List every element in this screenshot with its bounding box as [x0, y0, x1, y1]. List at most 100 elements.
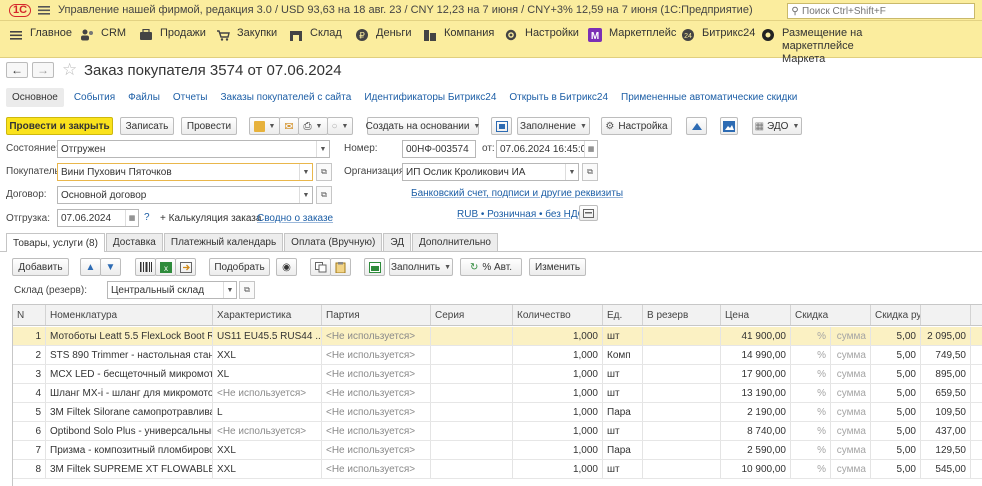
cell-series[interactable]: [431, 365, 513, 383]
cell-auto-discount-sum[interactable]: сумма: [831, 403, 871, 421]
cell-price[interactable]: 13 190,00: [721, 384, 791, 402]
nav-main[interactable]: Основное: [6, 87, 64, 107]
cell-characteristic[interactable]: XXL: [213, 460, 322, 478]
cell-reserve[interactable]: [643, 365, 721, 383]
nav-auto-discounts[interactable]: Примененные автоматические скидки: [621, 92, 797, 103]
open-customer-button[interactable]: ⧉: [316, 163, 332, 181]
section-marketplace[interactable]: M Маркетплейс: [587, 21, 676, 58]
table-row[interactable]: 6 Optibond Solo Plus - универсальный <Не и…: [13, 422, 982, 441]
cell-auto-discount-pct[interactable]: %: [791, 403, 831, 421]
section-market[interactable]: Размещение на маркетплейсе Маркета: [760, 21, 900, 65]
customer-field[interactable]: Вини Пухович Пяточков ▼: [57, 163, 313, 181]
barcode-button[interactable]: [135, 258, 156, 276]
cell-nomenclature[interactable]: Шланг MX-i - шланг для микромотора: [46, 384, 213, 402]
table-row[interactable]: 1 Мотоботы Leatt 5.5 FlexLock Boot Red US1…: [13, 327, 982, 346]
cell-series[interactable]: [431, 346, 513, 364]
cell-manual-discount-sum[interactable]: 895,00: [921, 365, 971, 383]
fill-table-button[interactable]: Заполнить ▼: [389, 258, 453, 276]
cell-auto-discount-pct[interactable]: %: [791, 384, 831, 402]
cell-characteristic[interactable]: <Не используется>: [213, 422, 322, 440]
cell-quantity[interactable]: 1,000: [513, 403, 603, 421]
structure-button[interactable]: [491, 117, 512, 135]
forward-action-button[interactable]: [686, 117, 707, 135]
cell-nomenclature[interactable]: MCX LED - бесщеточный микромотор: [46, 365, 213, 383]
table-row[interactable]: 4 Шланг MX-i - шланг для микромотора <Не и…: [13, 384, 982, 403]
number-field[interactable]: 00НФ-003574: [402, 140, 476, 158]
tab-payment-manual[interactable]: Оплата (Вручную): [284, 233, 383, 251]
cell-reserve[interactable]: [643, 327, 721, 345]
chevron-down-icon[interactable]: ▼: [223, 282, 236, 298]
misc-actions-button[interactable]: ○ ▼: [327, 117, 353, 135]
cell-unit[interactable]: Комп: [603, 346, 643, 364]
table-row[interactable]: 2 STS 890 Trimmer - настольная станц XXL <Н…: [13, 346, 982, 365]
cell-nomenclature[interactable]: 3M Filtek SUPREME XT FLOWABLE: [46, 460, 213, 478]
cell-batch[interactable]: <Не используется>: [322, 384, 431, 402]
cell-price[interactable]: 41 900,00: [721, 327, 791, 345]
cell-unit[interactable]: шт: [603, 384, 643, 402]
cell-n[interactable]: 7: [13, 441, 46, 459]
tab-delivery[interactable]: Доставка: [105, 233, 163, 251]
cell-manual-discount-sum[interactable]: 437,00: [921, 422, 971, 440]
table-row[interactable]: 5 3M Filtek Silorane самопротравливаю L <Не…: [13, 403, 982, 422]
table-row[interactable]: 8 3M Filtek SUPREME XT FLOWABLE XXL <Не исп…: [13, 460, 982, 479]
move-down-button[interactable]: ▼: [100, 258, 121, 276]
header-col-characteristic[interactable]: Характеристика: [213, 305, 322, 325]
nav-site-orders[interactable]: Заказы покупателей с сайта: [220, 92, 351, 103]
header-col-batch[interactable]: Партия: [322, 305, 431, 325]
change-button[interactable]: Изменить: [529, 258, 586, 276]
cell-n[interactable]: 5: [13, 403, 46, 421]
cell-quantity[interactable]: 1,000: [513, 384, 603, 402]
cell-series[interactable]: [431, 460, 513, 478]
cell-n[interactable]: 2: [13, 346, 46, 364]
cell-manual-discount-sum[interactable]: 749,50: [921, 346, 971, 364]
cell-reserve[interactable]: [643, 346, 721, 364]
header-col-price[interactable]: Цена: [721, 305, 791, 325]
section-main[interactable]: Главное: [8, 21, 72, 58]
cell-quantity[interactable]: 1,000: [513, 422, 603, 440]
tab-goods[interactable]: Товары, услуги (8): [6, 233, 105, 252]
cell-manual-discount-pct[interactable]: 5,00: [871, 346, 921, 364]
organization-field[interactable]: ИП Ослик Кроликович ИА ▼: [402, 163, 579, 181]
cell-batch[interactable]: <Не используется>: [322, 346, 431, 364]
print-button[interactable]: ⎙ ▼: [298, 117, 328, 135]
chevron-down-icon[interactable]: ▼: [316, 141, 329, 157]
document-date-field[interactable]: 07.06.2024 16:45:04 ▦: [496, 140, 598, 158]
cell-manual-discount-sum[interactable]: 659,50: [921, 384, 971, 402]
calendar-icon[interactable]: ▦: [125, 210, 138, 226]
view-button[interactable]: ◉: [276, 258, 297, 276]
tab-additional[interactable]: Дополнительно: [412, 233, 498, 251]
cell-batch[interactable]: <Не используется>: [322, 327, 431, 345]
cell-batch[interactable]: <Не используется>: [322, 365, 431, 383]
cell-manual-discount-pct[interactable]: 5,00: [871, 327, 921, 345]
section-money[interactable]: ₽ Деньги: [354, 21, 412, 58]
chevron-down-icon[interactable]: ▼: [299, 187, 312, 203]
cell-quantity[interactable]: 1,000: [513, 441, 603, 459]
section-purchases[interactable]: Закупки: [215, 21, 277, 58]
nav-reports[interactable]: Отчеты: [173, 92, 208, 103]
nav-bitrix-ids[interactable]: Идентификаторы Битрикс24: [364, 92, 496, 103]
main-menu-icon[interactable]: [36, 2, 52, 18]
cell-n[interactable]: 4: [13, 384, 46, 402]
fill-menu-button[interactable]: Заполнение ▼: [517, 117, 590, 135]
cell-reserve[interactable]: [643, 403, 721, 421]
header-col-reserve[interactable]: В резерв: [643, 305, 721, 325]
create-based-button[interactable]: Создать на основании ▼: [366, 117, 480, 135]
cell-auto-discount-sum[interactable]: сумма: [831, 327, 871, 345]
cell-series[interactable]: [431, 403, 513, 421]
cell-reserve[interactable]: [643, 384, 721, 402]
header-col-manual-discount-pct[interactable]: Скидка руч.: [871, 305, 921, 325]
cell-quantity[interactable]: 1,000: [513, 460, 603, 478]
save-button[interactable]: Записать: [120, 117, 174, 135]
cell-auto-discount-pct[interactable]: %: [791, 441, 831, 459]
cell-manual-discount-pct[interactable]: 5,00: [871, 403, 921, 421]
cell-unit[interactable]: шт: [603, 460, 643, 478]
cell-characteristic[interactable]: XXL: [213, 346, 322, 364]
copy-button[interactable]: [310, 258, 331, 276]
cell-nomenclature[interactable]: Optibond Solo Plus - универсальный: [46, 422, 213, 440]
cell-nomenclature[interactable]: Мотоботы Leatt 5.5 FlexLock Boot Red: [46, 327, 213, 345]
section-sales[interactable]: Продажи: [138, 21, 206, 58]
shipment-date-field[interactable]: 07.06.2024 ▦: [57, 209, 139, 227]
cell-quantity[interactable]: 1,000: [513, 346, 603, 364]
cell-manual-discount-pct[interactable]: 5,00: [871, 384, 921, 402]
cell-manual-discount-sum[interactable]: 2 095,00: [921, 327, 971, 345]
